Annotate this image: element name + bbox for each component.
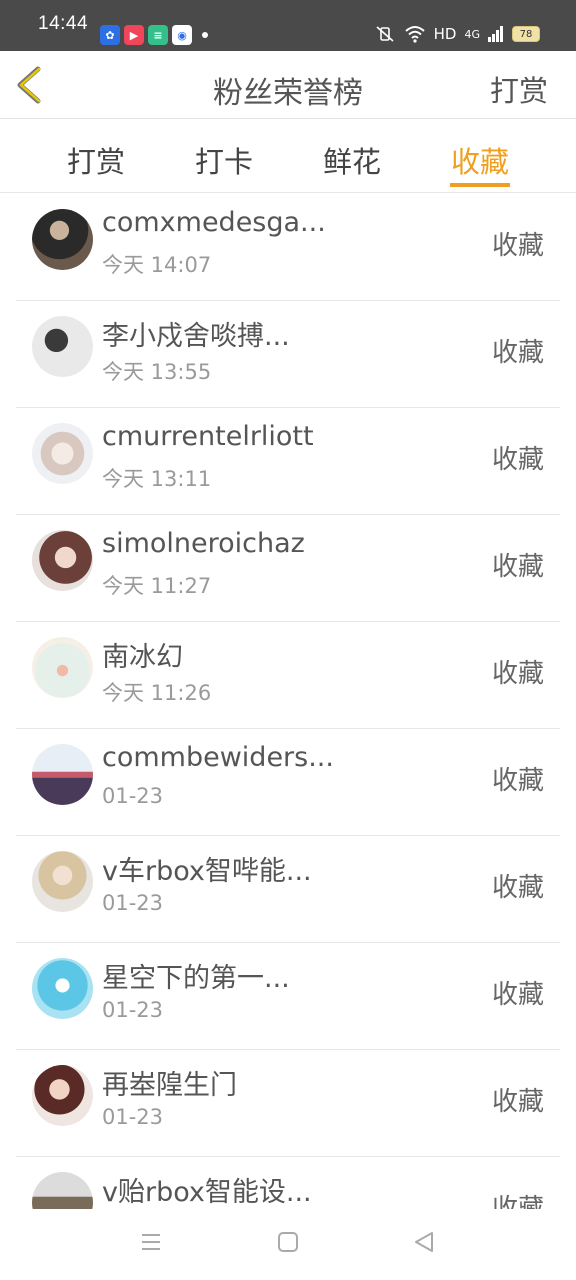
tab-favorites[interactable]: 收藏 — [430, 139, 530, 181]
fan-time: 01-23 — [102, 1105, 164, 1129]
active-tab-indicator — [450, 183, 510, 187]
list-item[interactable]: 再峚隍生门 01-23 收藏 — [16, 1049, 560, 1157]
list-item[interactable]: comxmedesga... 今天 14:07 收藏 — [16, 193, 560, 301]
fan-action: 收藏 — [491, 445, 544, 475]
fan-action: 收藏 — [491, 873, 544, 903]
fan-name: simolneroichaz — [102, 528, 305, 559]
tab-reward[interactable]: 打赏 — [46, 139, 146, 181]
avatar[interactable] — [32, 958, 93, 1019]
list-item[interactable]: cmurrentelrliott 今天 13:11 收藏 — [16, 407, 560, 515]
battery-level: 78 — [519, 28, 533, 40]
avatar[interactable] — [32, 316, 93, 377]
more-notifications-dot — [202, 32, 208, 38]
fan-action: 收藏 — [491, 980, 544, 1010]
fan-name: comxmedesga... — [102, 207, 326, 238]
shopping-app-icon: ≡ — [148, 25, 168, 45]
baidu-app-icon: ✿ — [100, 25, 120, 45]
header: 粉丝荣誉榜 打赏 — [0, 51, 576, 119]
fan-time: 今天 14:07 — [102, 253, 212, 277]
list-item[interactable]: 星空下的第一... 01-23 收藏 — [16, 942, 560, 1050]
fan-action: 收藏 — [491, 552, 544, 582]
fan-action: 收藏 — [491, 659, 544, 689]
fan-time: 今天 11:27 — [102, 574, 212, 598]
status-time: 14:44 — [38, 13, 89, 34]
fan-action: 收藏 — [491, 231, 544, 261]
fan-list[interactable]: comxmedesga... 今天 14:07 收藏 李小戍舍啖搏... 今天 … — [0, 193, 576, 1209]
avatar[interactable] — [32, 851, 93, 912]
fan-name: 李小戍舍啖搏... — [102, 321, 290, 352]
fan-name: commbewiders... — [102, 742, 334, 773]
battery-indicator: 78 — [512, 26, 540, 42]
list-item[interactable]: v贻rbox智能设... 收藏 — [16, 1156, 560, 1209]
fan-action: 收藏 — [491, 338, 544, 368]
avatar[interactable] — [32, 1065, 93, 1126]
fan-time: 今天 13:11 — [102, 467, 212, 491]
video-app-icon: ▶ — [124, 25, 144, 45]
list-item[interactable]: simolneroichaz 今天 11:27 收藏 — [16, 514, 560, 622]
fan-time: 01-23 — [102, 784, 164, 808]
status-bar: 14:44 ✿ ▶ ≡ ◉ HD 4G 78 — [0, 0, 576, 51]
avatar[interactable] — [32, 530, 93, 591]
fan-name: 再峚隍生门 — [102, 1070, 237, 1101]
fan-action: 收藏 — [491, 766, 544, 796]
list-item[interactable]: commbewiders... 01-23 收藏 — [16, 728, 560, 836]
fan-time: 01-23 — [102, 891, 164, 915]
list-item[interactable]: 南冰幻 今天 11:26 收藏 — [16, 621, 560, 729]
menu-icon[interactable] — [140, 1231, 162, 1253]
fan-name: 星空下的第一... — [102, 963, 290, 994]
fan-name: 南冰幻 — [102, 642, 183, 673]
fan-time: 今天 11:26 — [102, 681, 212, 705]
signal-strength-icon — [488, 26, 503, 42]
tab-bar: 打赏 打卡 鲜花 收藏 — [0, 119, 576, 193]
fan-time: 今天 13:55 — [102, 360, 212, 384]
notification-icons: ✿ ▶ ≡ ◉ — [100, 25, 208, 45]
list-item[interactable]: v车rbox智哔能... 01-23 收藏 — [16, 835, 560, 943]
fan-name: cmurrentelrliott — [102, 421, 314, 452]
fan-name: v贻rbox智能设... — [102, 1177, 312, 1208]
fan-name: v车rbox智哔能... — [102, 856, 312, 887]
tab-checkin[interactable]: 打卡 — [174, 139, 274, 181]
network-hd-label: HD — [433, 25, 457, 43]
fan-action: 收藏 — [491, 1087, 544, 1117]
avatar[interactable] — [32, 209, 93, 270]
system-nav-bar — [0, 1209, 576, 1280]
avatar[interactable] — [32, 423, 93, 484]
avatar[interactable] — [32, 637, 93, 698]
avatar[interactable] — [32, 1172, 93, 1209]
fan-time: 01-23 — [102, 998, 164, 1022]
fan-action: 收藏 — [491, 1194, 544, 1209]
reward-button[interactable]: 打赏 — [490, 68, 548, 110]
signal-4g-label: 4G — [464, 27, 480, 41]
list-item[interactable]: 李小戍舍啖搏... 今天 13:55 收藏 — [16, 300, 560, 408]
home-icon[interactable] — [277, 1231, 299, 1253]
back-triangle-icon[interactable] — [413, 1231, 435, 1253]
avatar[interactable] — [32, 744, 93, 805]
qq-app-icon: ◉ — [172, 25, 192, 45]
wifi-icon — [404, 26, 425, 43]
tab-flowers[interactable]: 鲜花 — [302, 139, 402, 181]
system-icons: HD 4G 78 — [374, 25, 540, 43]
mute-vibrate-icon — [376, 26, 394, 42]
